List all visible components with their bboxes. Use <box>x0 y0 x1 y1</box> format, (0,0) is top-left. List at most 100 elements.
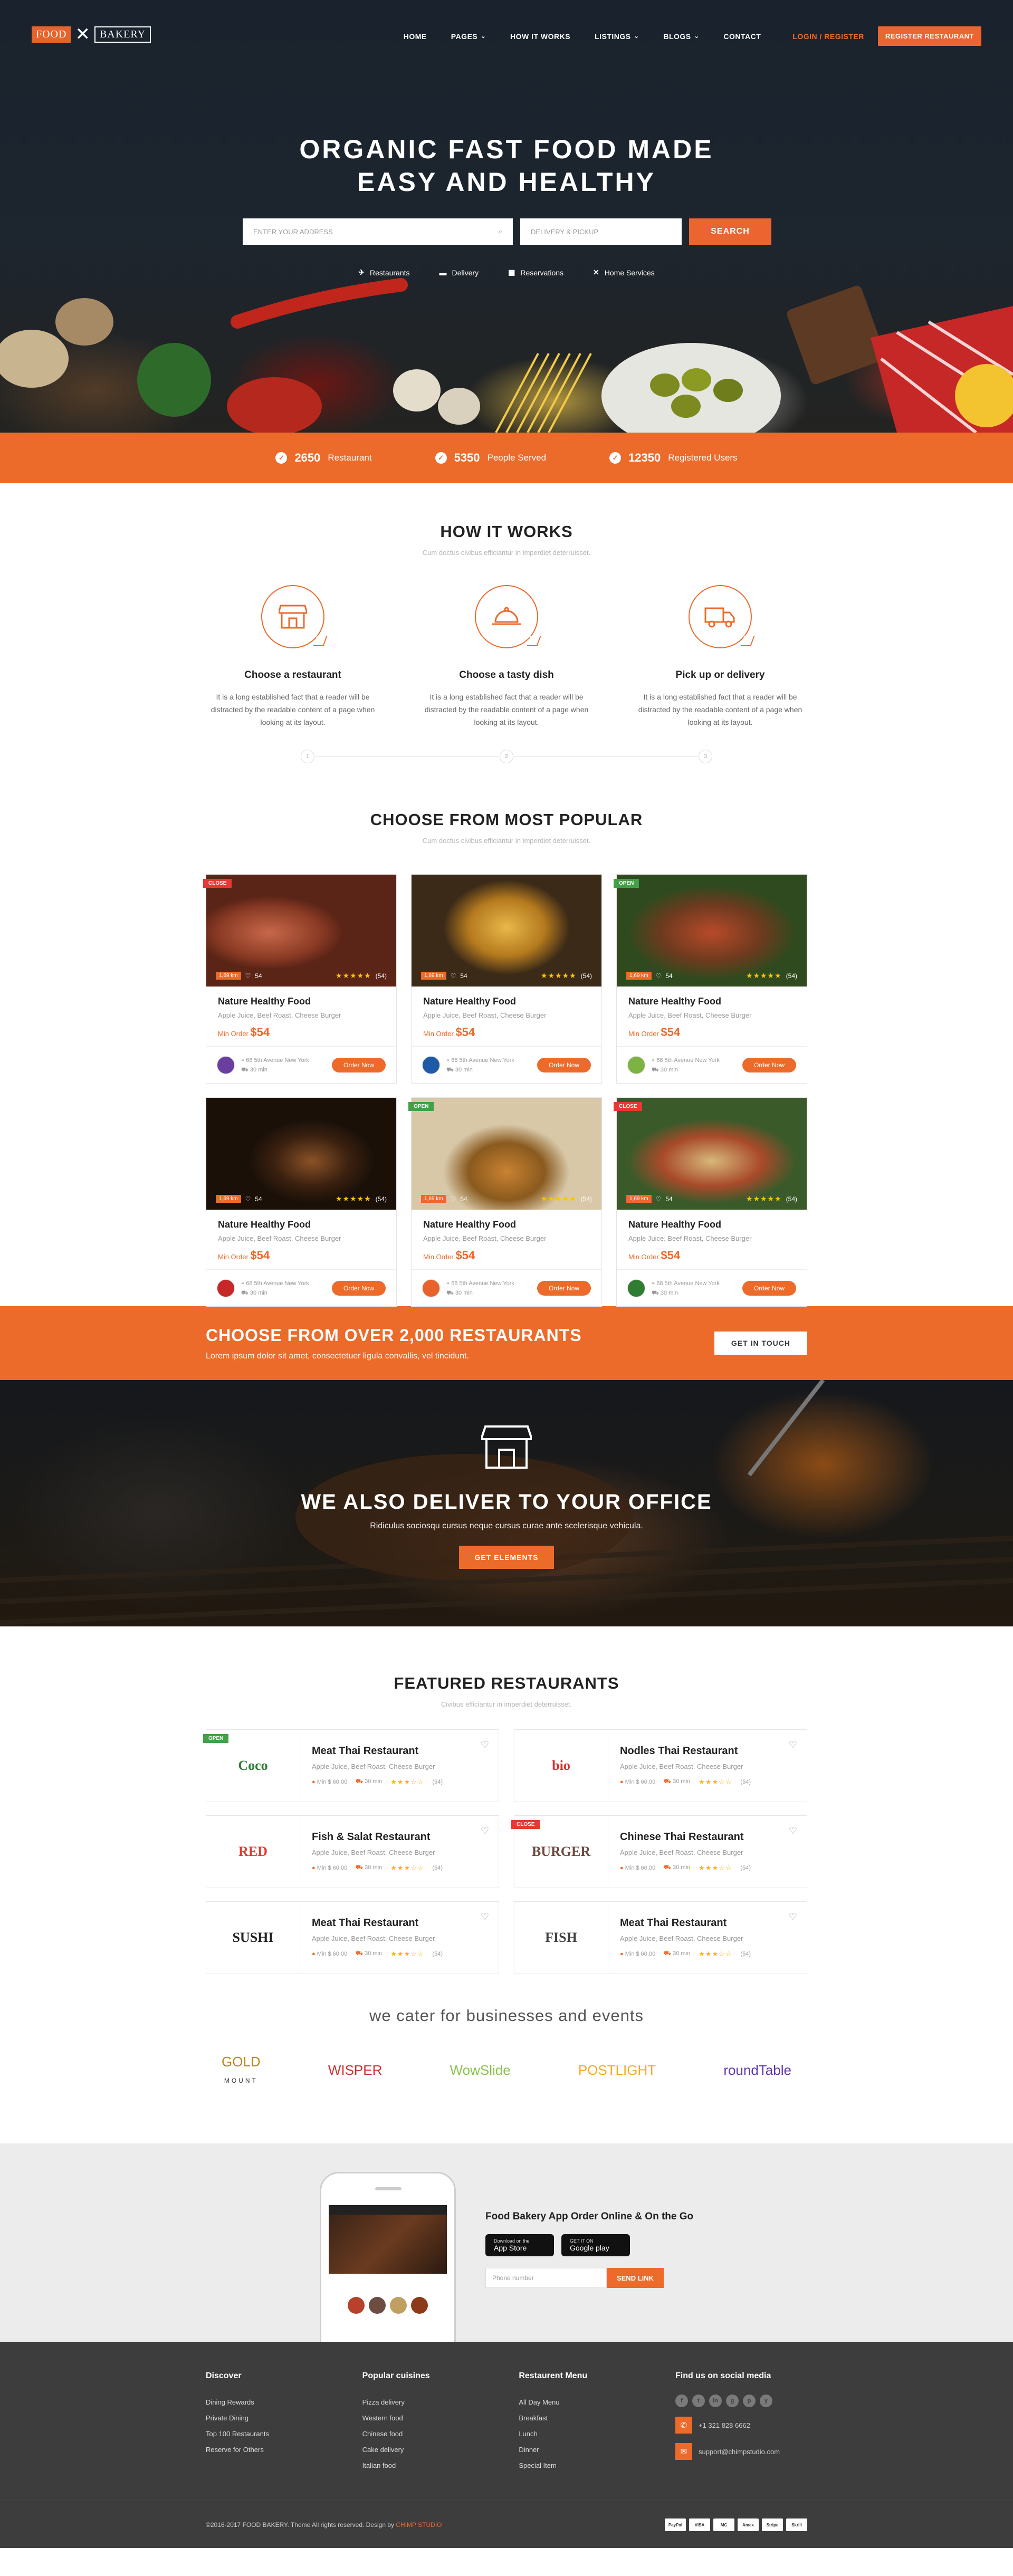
step-text: It is a long established fact that a rea… <box>424 693 589 726</box>
footer-link[interactable]: Top 100 Restaurants <box>206 2426 338 2442</box>
footer-link[interactable]: Special Item <box>519 2458 651 2474</box>
restaurant-name[interactable]: Nature Healthy Food <box>628 996 795 1007</box>
heart-icon[interactable]: ♡ <box>656 1195 662 1203</box>
phone-number-input[interactable]: Phone number <box>485 2268 607 2288</box>
restaurant-meta: ● Min $ 60,00 ⛟ 30 min ★★★☆☆ (54) <box>620 1778 795 1786</box>
category-restaurants[interactable]: ✈ Restaurants <box>358 268 409 277</box>
restaurant-card[interactable]: 1,69 km ♡ 54 ★★★★★ (54) Nature Healthy F… <box>411 874 602 1084</box>
restaurant-name[interactable]: Nodles Thai Restaurant <box>620 1745 795 1757</box>
category-home-services[interactable]: ✕ Home Services <box>593 268 655 277</box>
send-link-button[interactable]: SEND LINK <box>607 2268 664 2288</box>
heart-icon[interactable]: ♡ <box>481 1739 489 1750</box>
login-register-link[interactable]: LOGIN / REGISTER <box>792 32 864 41</box>
twitter-icon[interactable]: t <box>692 2395 705 2407</box>
rating-stars: ★★★★★ <box>540 971 577 980</box>
heart-icon[interactable]: ♡ <box>481 1911 489 1922</box>
pinterest-icon[interactable]: p <box>742 2395 756 2407</box>
google-plus-icon[interactable]: g <box>725 2395 739 2407</box>
nav-listings[interactable]: LISTINGS ⌄ <box>595 32 639 41</box>
restaurant-name[interactable]: Meat Thai Restaurant <box>620 1917 795 1929</box>
order-now-button[interactable]: Order Now <box>537 1057 591 1072</box>
google-play-button[interactable]: GET IT ON Google play <box>561 2234 630 2256</box>
restaurant-name[interactable]: Nature Healthy Food <box>423 1219 590 1230</box>
footer-link[interactable]: Western food <box>362 2410 494 2426</box>
restaurant-name[interactable]: Meat Thai Restaurant <box>312 1917 487 1929</box>
nav-blogs[interactable]: BLOGS ⌄ <box>663 32 699 41</box>
delivery-pickup-select[interactable]: DELIVERY & PICKUP <box>520 218 682 245</box>
order-now-button[interactable]: Order Now <box>331 1280 386 1296</box>
register-restaurant-button[interactable]: REGISTER RESTAURANT <box>877 26 981 46</box>
youtube-icon[interactable]: y <box>759 2395 772 2407</box>
footer-link[interactable]: Pizza delivery <box>362 2395 494 2410</box>
footer-link[interactable]: Cake delivery <box>362 2442 494 2458</box>
restaurant-name[interactable]: Nature Healthy Food <box>423 996 590 1007</box>
featured-restaurant-card[interactable]: bio Nodles Thai Restaurant Apple Juice, … <box>514 1729 807 1802</box>
nav-pages[interactable]: PAGES ⌄ <box>451 32 486 41</box>
featured-restaurant-card[interactable]: RED Fish & Salat Restaurant Apple Juice,… <box>206 1815 499 1888</box>
order-now-button[interactable]: Order Now <box>742 1057 796 1072</box>
restaurant-name[interactable]: Meat Thai Restaurant <box>312 1745 487 1757</box>
delivery-time: 30 min <box>673 1864 691 1871</box>
nav-how-it-works[interactable]: HOW IT WORKS <box>510 32 570 41</box>
heart-icon[interactable]: ♡ <box>789 1911 797 1922</box>
heart-icon[interactable]: ♡ <box>789 1739 797 1750</box>
get-in-touch-button[interactable]: GET IN TOUCH <box>714 1332 807 1355</box>
footer-link[interactable]: Private Dining <box>206 2410 338 2426</box>
min-order-label: Min Order <box>218 1030 249 1038</box>
order-now-button[interactable]: Order Now <box>537 1280 591 1296</box>
footer-link[interactable]: Reserve for Others <box>206 2442 338 2458</box>
scooter-icon: ⛟ <box>356 1778 364 1785</box>
restaurant-card[interactable]: CLOSE 1,69 km ♡ 54 ★★★★★ (54) Nature Hea… <box>614 1097 807 1307</box>
linkedin-icon[interactable]: in <box>709 2395 722 2407</box>
restaurant-name[interactable]: Chinese Thai Restaurant <box>620 1831 795 1843</box>
featured-restaurant-card[interactable]: OPEN Coco Meat Thai Restaurant Apple Jui… <box>203 1729 499 1802</box>
search-button[interactable]: SEARCH <box>689 218 771 245</box>
footer-link[interactable]: Breakfast <box>519 2410 651 2426</box>
footer-email[interactable]: ✉ support@chimpstudio.com <box>675 2443 807 2460</box>
category-reservations[interactable]: ▦ Reservations <box>508 268 563 277</box>
footer-link[interactable]: Italian food <box>362 2458 494 2474</box>
restaurant-card[interactable]: OPEN 1,69 km ♡ 54 ★★★★★ (54) Nature Heal… <box>614 874 807 1084</box>
heart-icon[interactable]: ♡ <box>245 972 251 980</box>
restaurant-desc: Apple Juice, Beef Roast, Cheese Burger <box>312 1935 435 1942</box>
footer-link[interactable]: All Day Menu <box>519 2395 651 2410</box>
location-pin-icon: ⌖ <box>652 1280 657 1287</box>
delivery-truck-icon <box>689 585 752 648</box>
footer-link[interactable]: Dinner <box>519 2442 651 2458</box>
restaurant-desc: Apple Juice, Beef Roast, Cheese Burger <box>620 1763 743 1770</box>
restaurant-name[interactable]: Fish & Salat Restaurant <box>312 1831 487 1843</box>
app-store-button[interactable]: Download on the App Store <box>485 2234 554 2256</box>
get-elements-button[interactable]: GET ELEMENTS <box>458 1546 555 1569</box>
featured-restaurant-card[interactable]: SUSHI Meat Thai Restaurant Apple Juice, … <box>206 1901 499 1974</box>
cta-banner: CHOOSE FROM OVER 2,000 RESTAURANTS Lorem… <box>0 1306 1013 1380</box>
office-text: Ridiculus sociosqu cursus neque cursus c… <box>370 1521 643 1530</box>
nav-contact[interactable]: CONTACT <box>723 32 761 41</box>
footer-link[interactable]: Chinese food <box>362 2426 494 2442</box>
featured-restaurant-card[interactable]: CLOSE BURGER Chinese Thai Restaurant App… <box>511 1815 807 1888</box>
facebook-icon[interactable]: f <box>675 2395 688 2407</box>
designer-link[interactable]: CHIMP STUDIO <box>396 2521 442 2529</box>
footer-link[interactable]: Dining Rewards <box>206 2395 338 2410</box>
order-now-button[interactable]: Order Now <box>331 1057 386 1072</box>
restaurant-card[interactable]: OPEN 1,69 km ♡ 54 ★★★★★ (54) Nature Heal… <box>408 1097 602 1307</box>
restaurant-card[interactable]: CLOSE 1,69 km ♡ 54 ★★★★★ (54) Nature Hea… <box>203 874 397 1084</box>
site-logo[interactable]: FOOD ✕ BAKERY <box>32 25 151 43</box>
order-now-button[interactable]: Order Now <box>742 1280 796 1296</box>
category-delivery[interactable]: ▬ Delivery <box>439 268 479 277</box>
address-input[interactable]: ENTER YOUR ADDRESS ⌕ <box>243 218 513 245</box>
restaurant-name[interactable]: Nature Healthy Food <box>218 996 385 1007</box>
restaurant-desc: Apple Juice, Beef Roast, Cheese Burger <box>218 1011 341 1019</box>
nav-home[interactable]: HOME <box>404 32 427 41</box>
restaurant-name[interactable]: Nature Healthy Food <box>218 1219 385 1230</box>
heart-icon[interactable]: ♡ <box>245 1195 251 1203</box>
restaurant-card[interactable]: 1,69 km ♡ 54 ★★★★★ (54) Nature Healthy F… <box>206 1097 397 1307</box>
footer-link[interactable]: Lunch <box>519 2426 651 2442</box>
restaurant-name[interactable]: Nature Healthy Food <box>628 1219 795 1230</box>
heart-icon[interactable]: ♡ <box>451 972 456 980</box>
heart-icon[interactable]: ♡ <box>789 1825 797 1836</box>
status-ribbon: CLOSE <box>511 1820 540 1829</box>
heart-icon[interactable]: ♡ <box>656 972 662 980</box>
heart-icon[interactable]: ♡ <box>451 1195 456 1203</box>
heart-icon[interactable]: ♡ <box>481 1825 489 1836</box>
featured-restaurant-card[interactable]: FISH Meat Thai Restaurant Apple Juice, B… <box>514 1901 807 1974</box>
